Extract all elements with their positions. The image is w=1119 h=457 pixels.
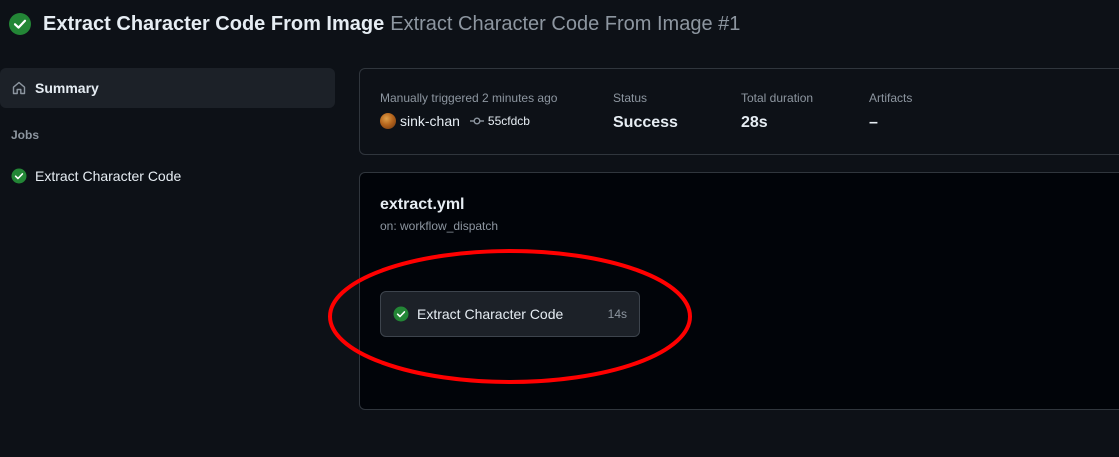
sidebar-item-label: Extract Character Code (35, 168, 182, 184)
duration-info: Total duration 28s (741, 91, 813, 132)
run-name: Extract Character Code From Image #1 (390, 12, 741, 35)
status-label: Status (613, 91, 648, 105)
jobs-heading: Jobs (11, 128, 40, 142)
job-node[interactable]: Extract Character Code 14s (380, 291, 640, 337)
page-header: Extract Character Code From Image Extrac… (8, 12, 740, 36)
artifacts-info: Artifacts – (869, 91, 912, 132)
trigger-label: Manually triggered 2 minutes ago (380, 91, 558, 105)
workflow-trigger: on: workflow_dispatch (380, 219, 499, 233)
run-summary-card: Manually triggered 2 minutes ago sink-ch… (359, 68, 1119, 155)
git-commit-icon (469, 117, 484, 125)
artifacts-label: Artifacts (869, 91, 913, 105)
status-value: Success (613, 114, 678, 131)
sidebar: Summary Jobs Extract Character Code (0, 68, 335, 184)
duration-value: 28s (741, 114, 768, 131)
avatar[interactable] (380, 113, 396, 129)
sidebar-item-label: Summary (35, 80, 99, 96)
home-icon (12, 81, 26, 95)
sidebar-item-summary[interactable]: Summary (0, 68, 335, 108)
success-check-icon (393, 306, 409, 322)
workflow-file-name: extract.yml (380, 196, 465, 213)
workflow-graph-card: extract.yml on: workflow_dispatch Extrac… (359, 172, 1119, 410)
actor-link[interactable]: sink-chan (400, 113, 460, 129)
success-check-icon (11, 168, 27, 184)
trigger-info: Manually triggered 2 minutes ago sink-ch… (380, 91, 557, 129)
workflow-title: Extract Character Code From Image (43, 12, 385, 35)
artifacts-value: – (869, 114, 878, 131)
commit-link[interactable]: 55cfdcb (488, 114, 530, 128)
duration-label: Total duration (741, 91, 814, 105)
job-node-label: Extract Character Code (417, 306, 564, 322)
job-node-duration: 14s (607, 307, 627, 321)
success-check-icon (9, 13, 31, 35)
status-info: Status Success (613, 91, 678, 132)
sidebar-item-job[interactable]: Extract Character Code (0, 164, 335, 188)
